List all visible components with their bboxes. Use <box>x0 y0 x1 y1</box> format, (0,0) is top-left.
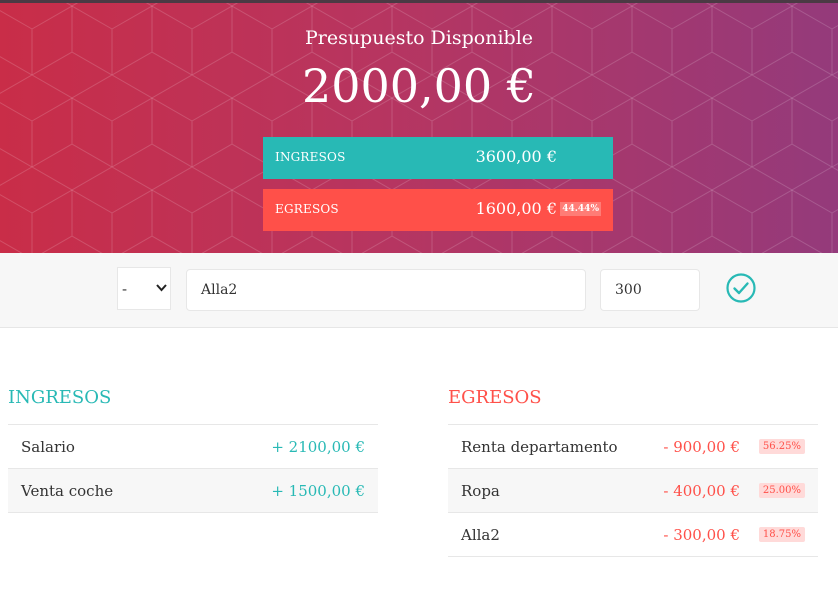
expense-description: Alla2 <box>461 526 500 544</box>
income-row[interactable]: Salario + 2100,00 € <box>8 424 378 468</box>
description-input[interactable]: Alla2 <box>186 269 586 311</box>
add-item-form: - Alla2 300 <box>0 253 838 328</box>
amount-input[interactable]: 300 <box>600 269 700 311</box>
expense-row[interactable]: Renta departamento - 900,00 € 56.25% <box>448 424 818 468</box>
type-select-value: - <box>122 280 128 298</box>
income-description: Salario <box>21 438 75 456</box>
chevron-down-icon <box>156 284 167 292</box>
expense-percentage-badge: 44.44% <box>560 202 601 216</box>
income-value: + 2100,00 € <box>271 438 365 456</box>
expense-row[interactable]: Alla2 - 300,00 € 18.75% <box>448 512 818 557</box>
expense-list-title: EGRESOS <box>448 387 542 408</box>
expense-summary-value: 1600,00 € <box>475 199 557 218</box>
income-list-title: INGRESOS <box>8 387 112 408</box>
check-circle-icon <box>726 273 756 303</box>
add-check-button[interactable] <box>725 272 757 304</box>
type-select[interactable]: - <box>117 267 171 310</box>
income-list: Salario + 2100,00 € Venta coche + 1500,0… <box>8 424 378 513</box>
expense-description: Ropa <box>461 482 500 500</box>
expense-summary: EGRESOS 1600,00 € 44.44% <box>263 189 613 231</box>
expense-value: - 900,00 € <box>663 438 740 456</box>
expense-value: - 300,00 € <box>663 526 740 544</box>
income-value: + 1500,00 € <box>271 482 365 500</box>
available-budget-value: 2000,00 € <box>301 59 537 113</box>
income-summary-value: 3600,00 € <box>475 147 557 166</box>
expense-percentage: 25.00% <box>758 483 805 498</box>
income-description: Venta coche <box>21 482 114 500</box>
expense-percentage: 56.25% <box>758 439 805 454</box>
income-summary-label: INGRESOS <box>275 150 346 164</box>
income-row[interactable]: Venta coche + 1500,00 € <box>8 468 378 513</box>
expense-summary-label: EGRESOS <box>275 202 339 216</box>
expense-percentage: 18.75% <box>758 527 805 542</box>
budget-header: Presupuesto Disponible 2000,00 € INGRESO… <box>0 0 838 253</box>
budget-title: Presupuesto Disponible <box>304 27 534 49</box>
expense-row[interactable]: Ropa - 400,00 € 25.00% <box>448 468 818 512</box>
income-summary: INGRESOS 3600,00 € <box>263 137 613 179</box>
expense-description: Renta departamento <box>461 438 618 456</box>
expense-value: - 400,00 € <box>663 482 740 500</box>
expense-list: Renta departamento - 900,00 € 56.25% Rop… <box>448 424 818 557</box>
